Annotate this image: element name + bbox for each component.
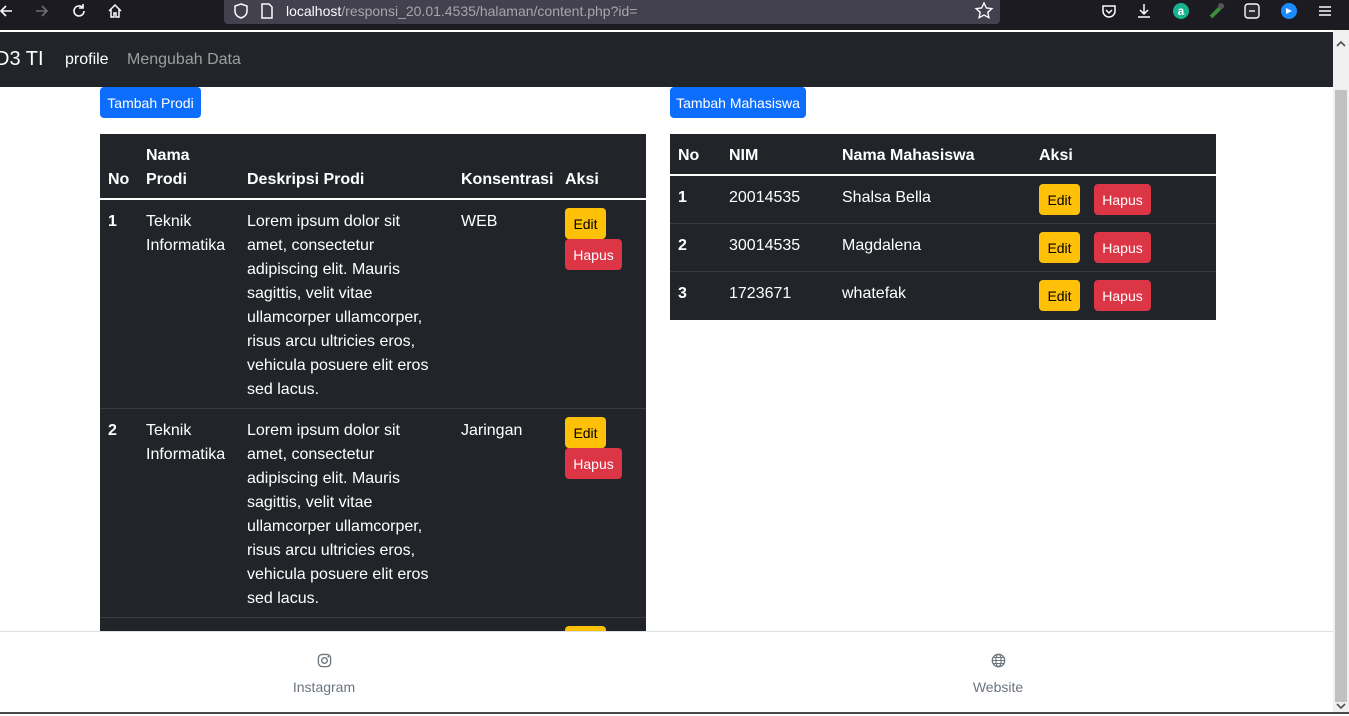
prodi-row-1-deskripsi-line: vehicula posuere elit eros [247,357,429,374]
prodi-row-2-deskripsi-line: vehicula posuere elit eros [247,566,429,583]
header-divider [670,174,1216,176]
prodi-row-2-deskripsi-line: amet, consectetur [247,446,375,463]
download-icon[interactable] [1133,0,1155,22]
prodi-row-1-nama-line2: Informatika [146,237,226,254]
globe-icon [991,653,1006,668]
edit-button[interactable]: Edit [565,208,606,239]
header-no: No [108,171,130,188]
svg-text:a: a [1178,4,1185,18]
shield-icon[interactable] [232,2,250,20]
prodi-row-1-deskripsi-line: ullamcorper ullamcorper, [247,309,423,326]
header-nim: NIM [729,147,759,164]
prodi-row-1-no: 1 [108,213,117,230]
edit-button[interactable]: Edit [1039,232,1080,263]
header-no: No [678,147,700,164]
footer-label: Website [972,679,1024,695]
mhs-row-1-no: 1 [678,189,687,206]
scroll-down-arrow-icon[interactable] [1336,698,1346,710]
prodi-row-1-nama-line1: Teknik [146,213,192,230]
mhs-row-1-nim: 20014535 [729,189,801,206]
header-konsentrasi: Konsentrasi [461,171,554,188]
reload-icon[interactable] [67,0,91,22]
header-deskripsi-prodi: Deskripsi Prodi [247,171,365,188]
edit-button[interactable]: Edit [1039,184,1080,215]
vertical-scrollbar[interactable] [1333,30,1349,714]
extension-blue-icon[interactable] [1278,0,1300,22]
prodi-row-1-konsentrasi: WEB [461,213,498,230]
prodi-row-2-konsentrasi: Jaringan [461,422,523,439]
header-nama-prodi-line2: Prodi [146,171,187,188]
pocket-icon[interactable] [1098,0,1120,22]
prodi-row-1-deskripsi-line: Lorem ipsum dolor sit [247,213,400,230]
row-divider [670,271,1216,272]
tambah-mahasiswa-button[interactable]: Tambah Mahasiswa [670,87,806,118]
address-bar[interactable]: localhost/responsi_20.01.4535/halaman/co… [224,0,1000,24]
header-nama-mahasiswa: Nama Mahasiswa [842,147,975,164]
prodi-row-2-nama-line1: Teknik [146,422,192,439]
hapus-button[interactable]: Hapus [1094,232,1151,263]
navbar: D3 TI profile Mengubah Data [0,32,1333,87]
nav-link-profile[interactable]: profile [65,51,109,69]
prodi-row-1-deskripsi-line: risus arcu ultricies eros, [247,333,416,350]
forward-arrow-icon[interactable] [30,0,54,22]
hapus-button[interactable]: Hapus [1094,280,1151,311]
bookmark-star-icon[interactable] [974,1,994,21]
edit-button[interactable]: Edit [1039,280,1080,311]
extension-a-icon[interactable]: a [1170,0,1192,22]
mhs-row-3-nama: whatefak [842,285,907,302]
tambah-prodi-button[interactable]: Tambah Prodi [100,87,201,118]
extension-edge-icon[interactable] [1241,0,1263,22]
menu-hamburger-icon[interactable] [1314,0,1336,22]
prodi-row-1-deskripsi-line: amet, consectetur [247,237,375,254]
hapus-button[interactable]: Hapus [565,239,622,270]
prodi-row-2-deskripsi-line: Lorem ipsum dolor sit [247,422,400,439]
prodi-row-1-deskripsi-line: sed lacus. [247,381,320,398]
header-aksi: Aksi [565,171,599,188]
prodi-row-2-deskripsi-line: risus arcu ultricies eros, [247,542,416,559]
mhs-row-2-nama: Magdalena [842,237,922,254]
mhs-row-3-nim: 1723671 [729,285,792,302]
extension-green-icon[interactable] [1206,0,1228,22]
prodi-row-2-deskripsi-line: sed lacus. [247,590,320,607]
hapus-button[interactable]: Hapus [565,448,622,479]
header-divider [100,198,646,200]
back-arrow-icon[interactable] [0,0,18,22]
prodi-row-1-deskripsi-line: sagittis, velit vitae [247,285,373,302]
prodi-row-2-nama-line2: Informatika [146,446,226,463]
navbar-brand[interactable]: D3 TI [0,48,44,71]
footer: Instagram Website [0,631,1333,714]
prodi-row-2-deskripsi-line: ullamcorper ullamcorper, [247,518,423,535]
row-divider [670,223,1216,224]
hapus-button[interactable]: Hapus [1094,184,1151,215]
mhs-row-3-no: 3 [678,285,687,302]
footer-label: Instagram [292,679,356,695]
mhs-row-2-no: 2 [678,237,687,254]
prodi-row-1-deskripsi-line: adipiscing elit. Mauris [247,261,400,278]
mhs-row-2-nim: 30014535 [729,237,801,254]
prodi-row-2-deskripsi-line: adipiscing elit. Mauris [247,470,400,487]
row-divider [100,408,646,409]
prodi-row-2-no: 2 [108,422,117,439]
prodi-table: No Nama Prodi Deskripsi Prodi Konsentras… [100,134,646,631]
row-divider [100,617,646,618]
url-path: /responsi_20.01.4535/halaman/content.php… [341,3,638,19]
url-host: localhost [286,3,342,19]
header-nama-prodi-line1: Nama [146,147,190,164]
prodi-row-2-deskripsi-line: sagittis, velit vitae [247,494,373,511]
url-text[interactable]: localhost/responsi_20.01.4535/halaman/co… [286,3,637,19]
scroll-up-arrow-icon[interactable] [1336,36,1346,47]
scrollbar-thumb[interactable] [1335,90,1347,702]
instagram-icon [317,653,332,668]
browser-toolbar: localhost/responsi_20.01.4535/halaman/co… [0,0,1349,30]
header-aksi: Aksi [1039,147,1073,164]
home-icon[interactable] [103,0,127,22]
mahasiswa-table: No NIM Nama Mahasiswa Aksi 1 20014535 Sh… [670,134,1216,320]
page-icon[interactable] [258,2,276,20]
nav-link-mengubah-data[interactable]: Mengubah Data [127,51,241,69]
edit-button[interactable]: Edit [565,417,606,448]
mhs-row-1-nama: Shalsa Bella [842,189,931,206]
